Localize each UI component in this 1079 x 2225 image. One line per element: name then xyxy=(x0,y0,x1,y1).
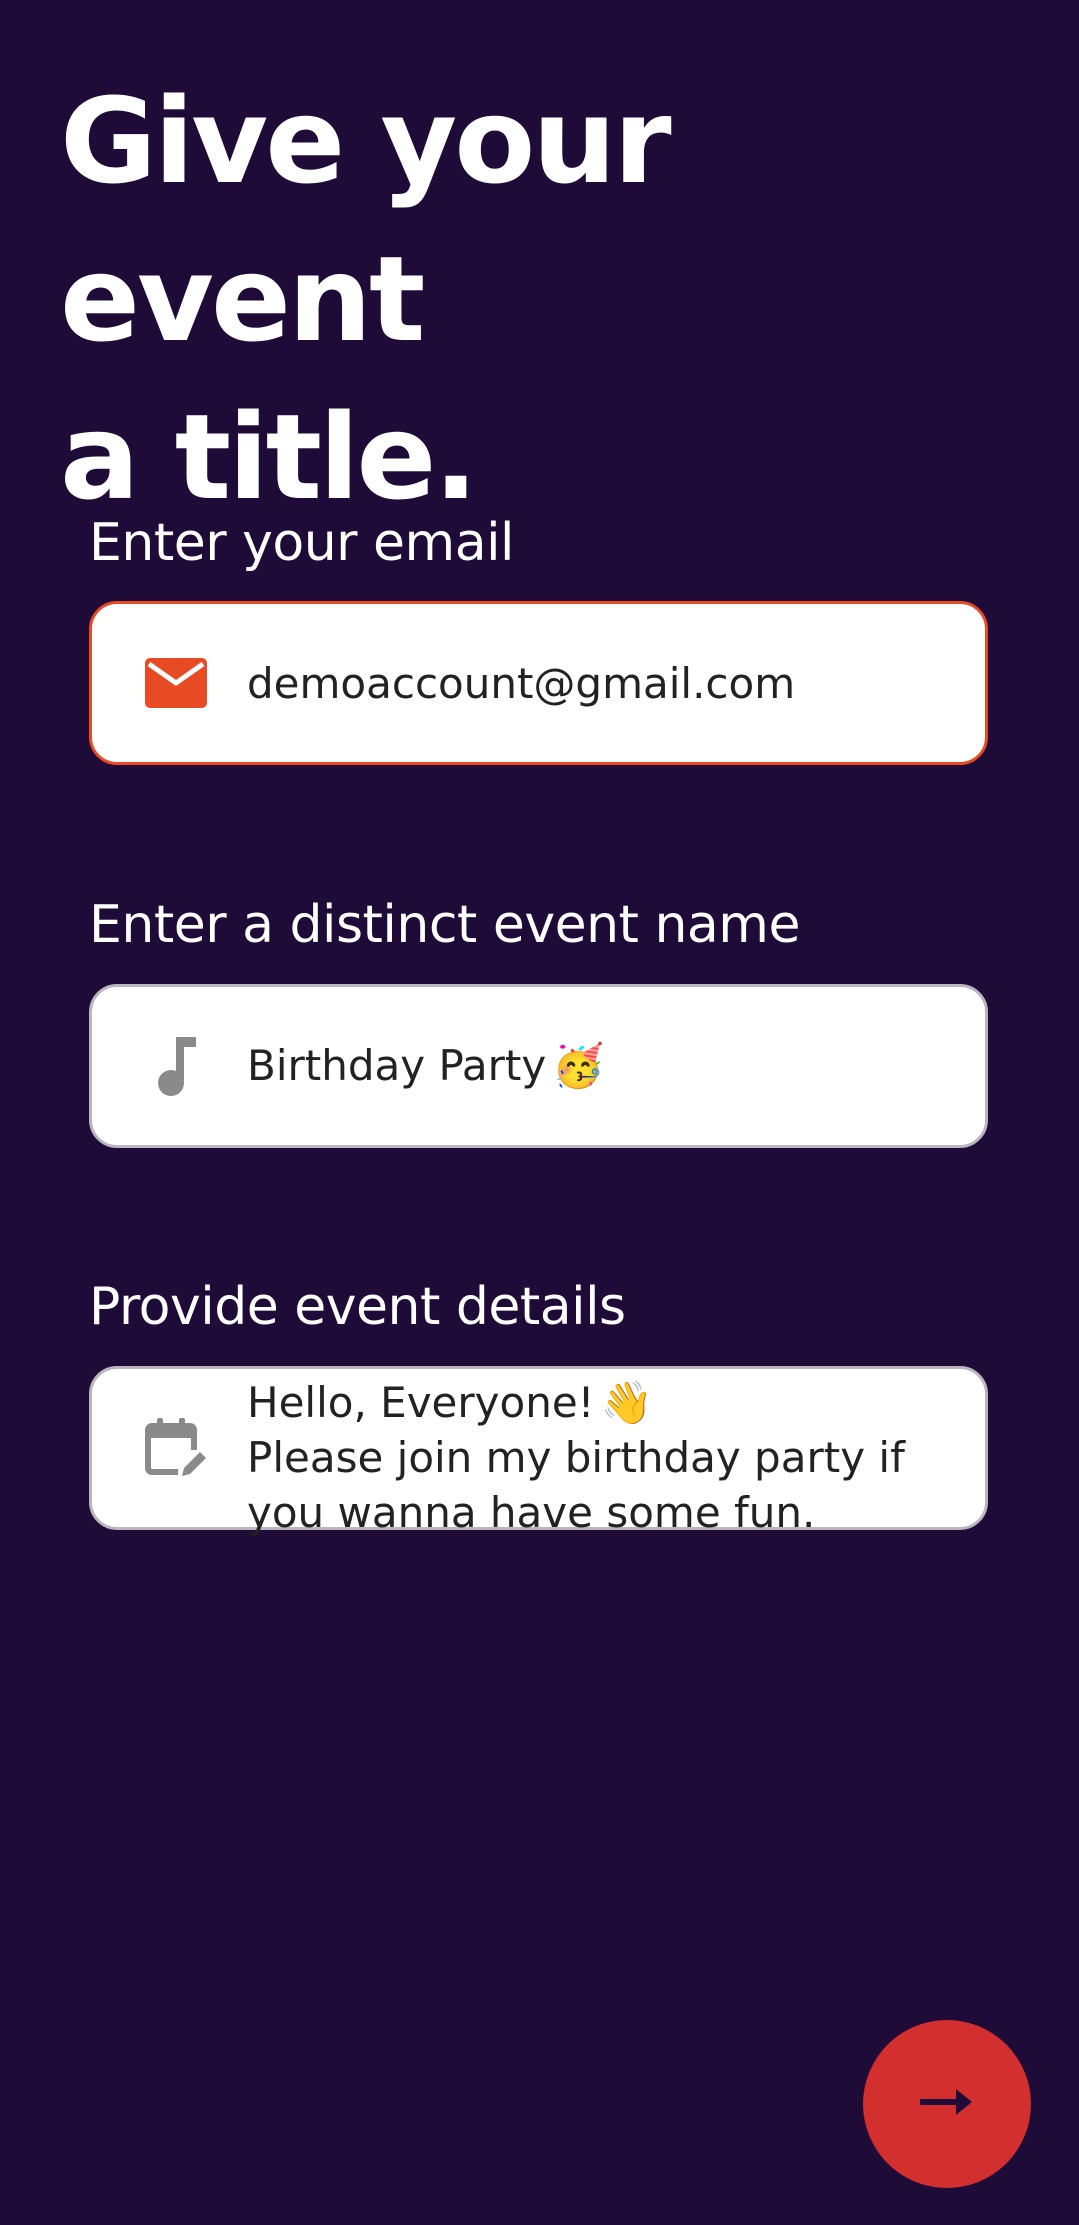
details-greeting: Hello, Everyone! xyxy=(247,1378,595,1427)
next-button[interactable] xyxy=(863,2020,1031,2188)
page-title: Give your event a title. xyxy=(60,62,1020,536)
arrow-right-icon xyxy=(920,2087,974,2122)
party-emoji: 🥳 xyxy=(552,1041,605,1090)
wave-emoji: 👋 xyxy=(600,1378,653,1427)
details-field[interactable]: Hello, Everyone! 👋 Please join my birthda… xyxy=(89,1366,988,1537)
event-name-text: Birthday Party xyxy=(247,1041,547,1090)
music-note-icon xyxy=(142,1032,210,1100)
event-name-label: Enter a distinct event name xyxy=(89,895,800,955)
details-line-2: Please join my birthday party if you wan… xyxy=(247,1433,905,1537)
page-title-line-1: Give your event xyxy=(60,72,672,368)
details-value: Hello, Everyone! 👋 Please join my birthda… xyxy=(247,1375,945,1540)
email-field[interactable]: demoaccount@gmail.com xyxy=(89,601,988,765)
mail-icon xyxy=(142,649,210,717)
page-title-line-2: a title. xyxy=(60,388,478,526)
email-label: Enter your email xyxy=(89,513,514,573)
event-name-value: Birthday Party 🥳 xyxy=(247,1041,945,1091)
details-label: Provide event details xyxy=(89,1277,626,1337)
calendar-edit-icon xyxy=(142,1414,210,1482)
event-title-screen: Give your event a title. Enter your emai… xyxy=(0,0,1079,2225)
event-name-field[interactable]: Birthday Party 🥳 xyxy=(89,984,988,1148)
details-line-1: Hello, Everyone! 👋 xyxy=(247,1375,945,1430)
email-value: demoaccount@gmail.com xyxy=(247,658,796,708)
